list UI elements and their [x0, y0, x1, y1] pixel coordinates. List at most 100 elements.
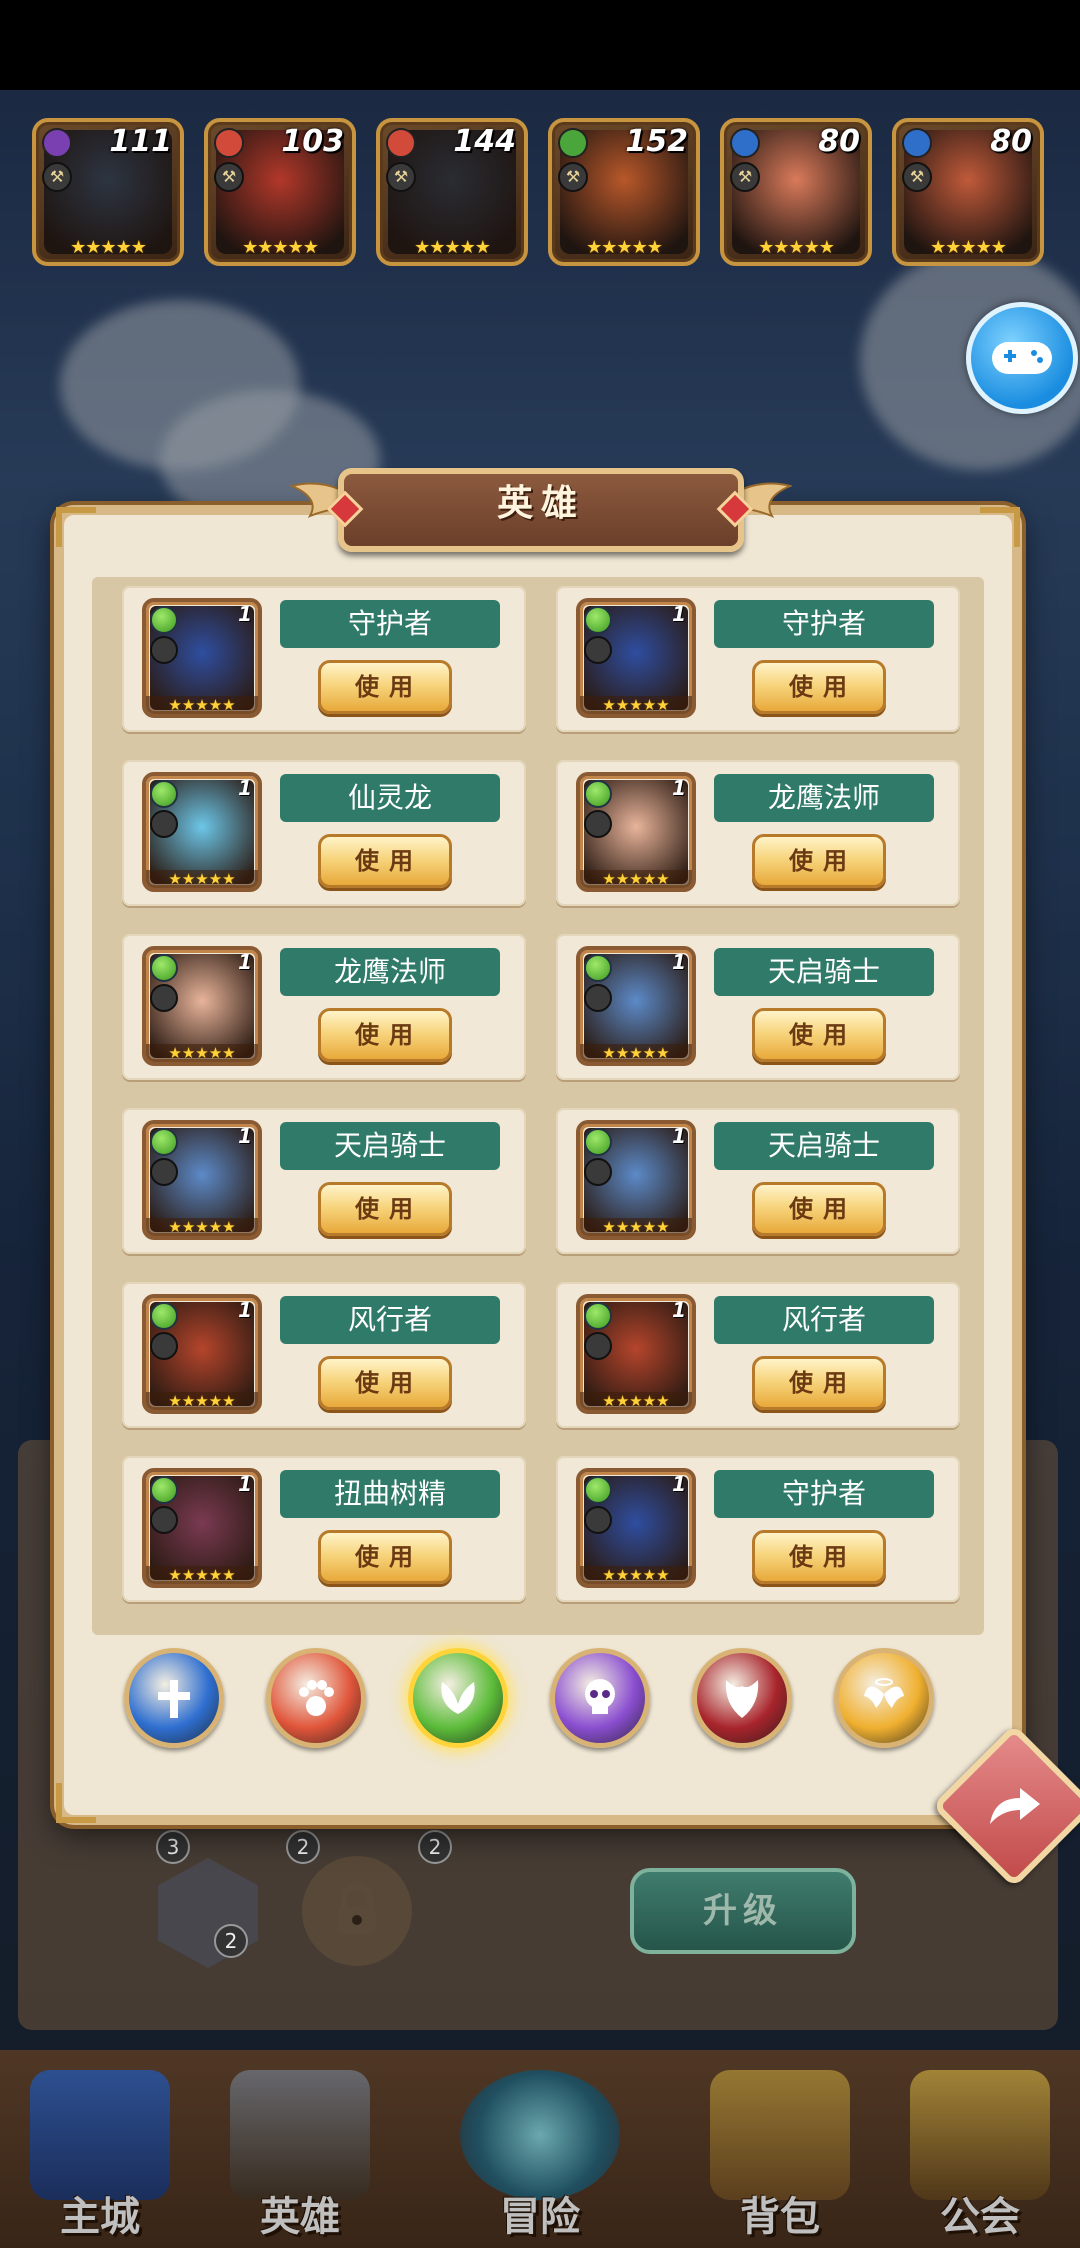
hero-level: 144	[453, 124, 516, 159]
hero-card: 1 ★★★★★ 风行者 使用	[122, 1282, 526, 1428]
star-rating: ★★★★★	[580, 1044, 692, 1062]
hero-level: 1	[238, 602, 252, 626]
hero-level: 1	[238, 1124, 252, 1148]
roster-hero-card[interactable]: ⚒ 152 ★★★★★	[548, 118, 700, 266]
slot-count: 2	[286, 1830, 320, 1864]
class-badge-icon: ⚒	[730, 162, 760, 192]
hero-avatar: 1 ★★★★★	[576, 1294, 696, 1414]
class-badge-icon	[150, 810, 178, 838]
hero-avatar: 1 ★★★★★	[142, 1120, 262, 1240]
class-badge-icon: ⚒	[902, 162, 932, 192]
hero-avatar: 1 ★★★★★	[576, 598, 696, 718]
class-badge-icon	[584, 984, 612, 1012]
hero-name: 龙鹰法师	[280, 948, 500, 996]
faction-badge-icon	[730, 128, 760, 158]
beast-paw-icon	[299, 1680, 334, 1716]
class-badge-icon	[584, 810, 612, 838]
nature-faction-icon	[150, 1476, 178, 1504]
hero-level: 1	[672, 1298, 686, 1322]
hero-card: 1 ★★★★★ 守护者使用	[122, 586, 526, 732]
hero-name: 龙鹰法师	[714, 774, 934, 822]
use-button[interactable]: 使用	[752, 834, 886, 888]
hero-level: 152	[625, 124, 688, 159]
roster-hero-card[interactable]: ⚒ 111 ★★★★★	[32, 118, 184, 266]
star-rating: ★★★★★	[146, 696, 258, 714]
angel-wings-icon	[864, 1678, 904, 1708]
hero-level: 1	[238, 776, 252, 800]
hero-name: 守护者	[280, 600, 500, 648]
hero-name: 守护者	[714, 1470, 934, 1518]
forward-arrow-icon	[990, 1788, 1040, 1824]
faction-badge-icon	[386, 128, 416, 158]
use-button[interactable]: 使用	[752, 1530, 886, 1584]
hero-card: 1 ★★★★★ 龙鹰法师 使用	[556, 760, 960, 906]
use-button[interactable]: 使用	[752, 1008, 886, 1062]
faction-filter-nature-wings[interactable]	[408, 1648, 508, 1748]
faction-filter-holy-cross[interactable]	[124, 1648, 224, 1748]
star-rating: ★★★★★	[242, 237, 319, 258]
hero-card: 1 ★★★★★ 天启骑士使用	[122, 1108, 526, 1254]
hero-level: 1	[238, 1298, 252, 1322]
hero-name: 仙灵龙	[280, 774, 500, 822]
class-badge-icon	[150, 636, 178, 664]
use-button[interactable]: 使用	[752, 1182, 886, 1236]
star-rating: ★★★★★	[414, 237, 491, 258]
hero-level: 1	[672, 1124, 686, 1148]
hero-name: 天启骑士	[714, 948, 934, 996]
class-badge-icon	[584, 636, 612, 664]
star-rating: ★★★★★	[580, 1218, 692, 1236]
use-button[interactable]: 使用	[318, 660, 452, 714]
roster-hero-card[interactable]: ⚒ 103 ★★★★★	[204, 118, 356, 266]
class-badge-icon	[150, 1158, 178, 1186]
star-rating: ★★★★★	[930, 237, 1007, 258]
hero-name: 天启骑士	[280, 1122, 500, 1170]
star-rating: ★★★★★	[146, 1044, 258, 1062]
upgrade-button[interactable]: 升级	[630, 1868, 856, 1954]
class-badge-icon	[584, 1158, 612, 1186]
hero-roster: ⚒ 111 ★★★★★ ⚒ 103 ★★★★★ ⚒ 144 ★★★★★ ⚒ 152 ★★★★★ ⚒ 80 ★…	[32, 118, 1048, 268]
gamepad-button[interactable]	[966, 302, 1078, 414]
star-rating: ★★★★★	[146, 870, 258, 888]
hero-card: 1 ★★★★★ 风行者 使用	[556, 1282, 960, 1428]
class-badge-icon: ⚒	[386, 162, 416, 192]
hero-avatar: 1 ★★★★★	[576, 946, 696, 1066]
use-button[interactable]: 使用	[318, 1008, 452, 1062]
faction-badge-icon	[214, 128, 244, 158]
use-button[interactable]: 使用	[318, 1182, 452, 1236]
nature-faction-icon	[150, 606, 178, 634]
slot-count: 3	[156, 1830, 190, 1864]
hero-card: 1 ★★★★★ 仙灵龙使用	[122, 760, 526, 906]
hero-card: 1 ★★★★★ 天启骑士使用	[556, 1108, 960, 1254]
hero-level: 80	[990, 124, 1032, 159]
roster-hero-card[interactable]: ⚒ 80 ★★★★★	[720, 118, 872, 266]
use-button[interactable]: 使用	[318, 1356, 452, 1410]
nature-faction-icon	[584, 1476, 612, 1504]
roster-hero-card[interactable]: ⚒ 144 ★★★★★	[376, 118, 528, 266]
class-badge-icon	[584, 1332, 612, 1360]
nature-faction-icon	[584, 1128, 612, 1156]
faction-filter-skull[interactable]	[550, 1648, 650, 1748]
hero-level: 1	[672, 602, 686, 626]
slot-count: 2	[214, 1924, 248, 1958]
faction-filter-angel-wings[interactable]	[834, 1648, 934, 1748]
star-rating: ★★★★★	[146, 1566, 258, 1584]
class-badge-icon: ⚒	[558, 162, 588, 192]
nature-faction-icon	[150, 954, 178, 982]
faction-filter-demon-face[interactable]	[692, 1648, 792, 1748]
use-button[interactable]: 使用	[752, 660, 886, 714]
hero-name: 天启骑士	[714, 1122, 934, 1170]
use-button[interactable]: 使用	[318, 834, 452, 888]
use-button[interactable]: 使用	[318, 1530, 452, 1584]
hero-level: 1	[672, 1472, 686, 1496]
faction-badge-icon	[902, 128, 932, 158]
hero-card: 1 ★★★★★ 扭曲树精 使用	[122, 1456, 526, 1602]
hero-name: 守护者	[714, 600, 934, 648]
hero-level: 1	[672, 950, 686, 974]
class-badge-icon	[584, 1506, 612, 1534]
hero-card: 1 ★★★★★ 守护者使用	[556, 586, 960, 732]
roster-hero-card[interactable]: ⚒ 80 ★★★★★	[892, 118, 1044, 266]
hero-level: 80	[818, 124, 860, 159]
use-button[interactable]: 使用	[752, 1356, 886, 1410]
nature-faction-icon	[150, 780, 178, 808]
faction-filter-beast-paw[interactable]	[266, 1648, 366, 1748]
